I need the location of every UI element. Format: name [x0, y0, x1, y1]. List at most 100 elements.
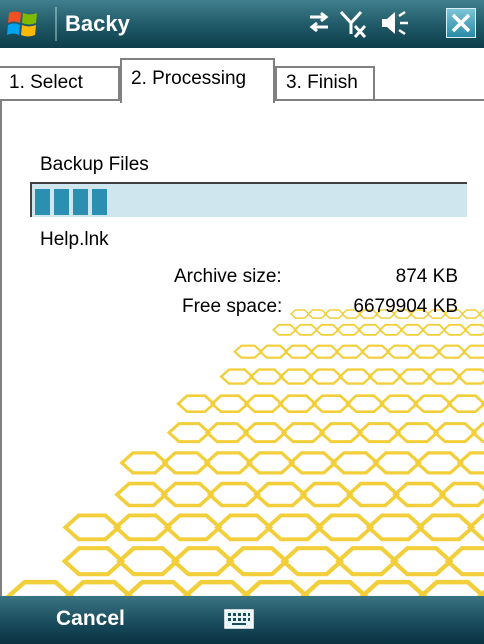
honeycomb-cell	[114, 481, 169, 508]
honeycomb-cell	[277, 394, 318, 414]
honeycomb-cell	[432, 422, 478, 444]
honeycomb-cell	[278, 368, 314, 385]
honeycomb-cell	[392, 481, 447, 508]
honeycomb-cell	[446, 394, 484, 414]
volume-icon[interactable]	[378, 8, 412, 38]
tab-label: 1. Select	[9, 72, 83, 93]
free-space-value: 6679904 KB	[353, 296, 458, 317]
progress-segment	[35, 189, 50, 215]
honeycomb-cell	[243, 394, 284, 414]
honeycomb-cell	[311, 394, 352, 414]
honeycomb-cell	[417, 579, 484, 596]
honeycomb-cell	[476, 589, 484, 596]
close-button[interactable]	[446, 8, 476, 38]
honeycomb-cell	[280, 546, 345, 577]
honeycomb-cell	[166, 422, 212, 444]
honeycomb-cell	[385, 344, 416, 359]
current-file: Help.lnk	[40, 229, 109, 250]
honeycomb-cell	[182, 579, 252, 596]
honeycomb-cell	[253, 481, 308, 508]
close-icon	[451, 13, 471, 33]
honeycomb-cell	[288, 451, 338, 475]
honeycomb-cell	[357, 323, 383, 336]
honeycomb-cell	[170, 546, 235, 577]
keyboard-icon[interactable]	[224, 608, 254, 630]
honeycomb-cell	[206, 481, 261, 508]
honeycomb-cell	[61, 546, 126, 577]
honeycomb-cell	[225, 546, 290, 577]
archive-size-label: Archive size:	[174, 266, 282, 287]
honeycomb-cell	[308, 368, 344, 385]
honeycomb-cell	[62, 513, 122, 542]
honeycomb-cell	[426, 368, 462, 385]
free-space-label: Free space:	[182, 296, 283, 317]
honeycomb-cell	[379, 394, 419, 414]
honeycomb-cell	[360, 344, 391, 359]
honeycomb-cell	[119, 451, 169, 475]
honeycomb-cell	[299, 481, 354, 508]
honeycomb-cell	[204, 422, 250, 444]
honeycomb-cell	[314, 323, 340, 336]
tab-select[interactable]: 1. Select	[0, 66, 120, 99]
honeycomb-cell	[112, 513, 173, 542]
honeycomb-cell	[242, 422, 288, 444]
honeycomb-cell	[309, 344, 340, 359]
honeycomb-cell	[411, 344, 442, 359]
honeycomb-cell	[264, 513, 324, 542]
honeycomb-cell	[456, 368, 484, 385]
honeycomb-cell	[365, 513, 425, 542]
honeycomb-cell	[338, 368, 373, 385]
honeycomb-cell	[245, 451, 296, 475]
title-separator	[55, 7, 57, 41]
honeycomb-cell	[123, 579, 193, 596]
honeycomb-cell	[356, 422, 402, 444]
honeycomb-cell	[466, 513, 484, 542]
honeycomb-cell	[345, 394, 385, 414]
signal-off-icon[interactable]	[338, 8, 370, 40]
tab-label: 3. Finish	[286, 72, 358, 93]
title-bar: Backy	[0, 0, 484, 48]
honeycomb-cell	[436, 344, 467, 359]
honeycomb-cell	[397, 368, 433, 385]
honeycomb-cell	[315, 513, 375, 542]
progress-bar	[30, 182, 467, 217]
honeycomb-cell	[412, 394, 453, 414]
honeycomb-cell	[280, 422, 326, 444]
windows-start-icon[interactable]	[6, 8, 40, 40]
honeycomb-cell	[334, 344, 365, 359]
task-label: Backup Files	[40, 154, 149, 175]
honeycomb-cell	[160, 481, 215, 508]
honeycomb-cell	[460, 309, 482, 319]
progress-segment	[54, 189, 69, 215]
honeycomb-cell	[289, 309, 311, 319]
honeycomb-cell	[161, 451, 211, 475]
honeycomb-cell	[345, 481, 401, 508]
honeycomb-cell	[283, 344, 314, 359]
honeycomb-cell	[470, 422, 484, 444]
honeycomb-cell	[414, 451, 464, 475]
connectivity-icon[interactable]	[306, 8, 332, 36]
honeycomb-cell	[176, 394, 216, 414]
honeycomb-cell	[272, 323, 298, 336]
tab-finish[interactable]: 3. Finish	[275, 66, 375, 99]
honeycomb-cell	[367, 368, 403, 385]
honeycomb-cell	[463, 323, 484, 336]
honeycomb-cell	[477, 309, 484, 319]
honeycomb-cell	[300, 579, 369, 596]
progress-segment	[92, 189, 107, 215]
honeycomb-cell	[219, 368, 255, 385]
honeycomb-cell	[399, 323, 425, 336]
honeycomb-cell	[330, 451, 380, 475]
honeycomb-cell	[163, 513, 223, 542]
app-title: Backy	[65, 11, 130, 36]
cancel-button[interactable]: Cancel	[56, 607, 125, 631]
honeycomb-cell	[462, 344, 484, 359]
honeycomb-cell	[438, 481, 484, 508]
honeycomb-cell	[116, 546, 181, 577]
honeycomb-cell	[249, 368, 284, 385]
honeycomb-cell	[416, 513, 476, 542]
tab-strip: 1. Select 2. Processing 3. Finish	[0, 58, 484, 103]
honeycomb-cell	[442, 323, 468, 336]
tab-processing[interactable]: 2. Processing	[120, 58, 275, 103]
archive-size-value: 874 KB	[395, 266, 458, 287]
